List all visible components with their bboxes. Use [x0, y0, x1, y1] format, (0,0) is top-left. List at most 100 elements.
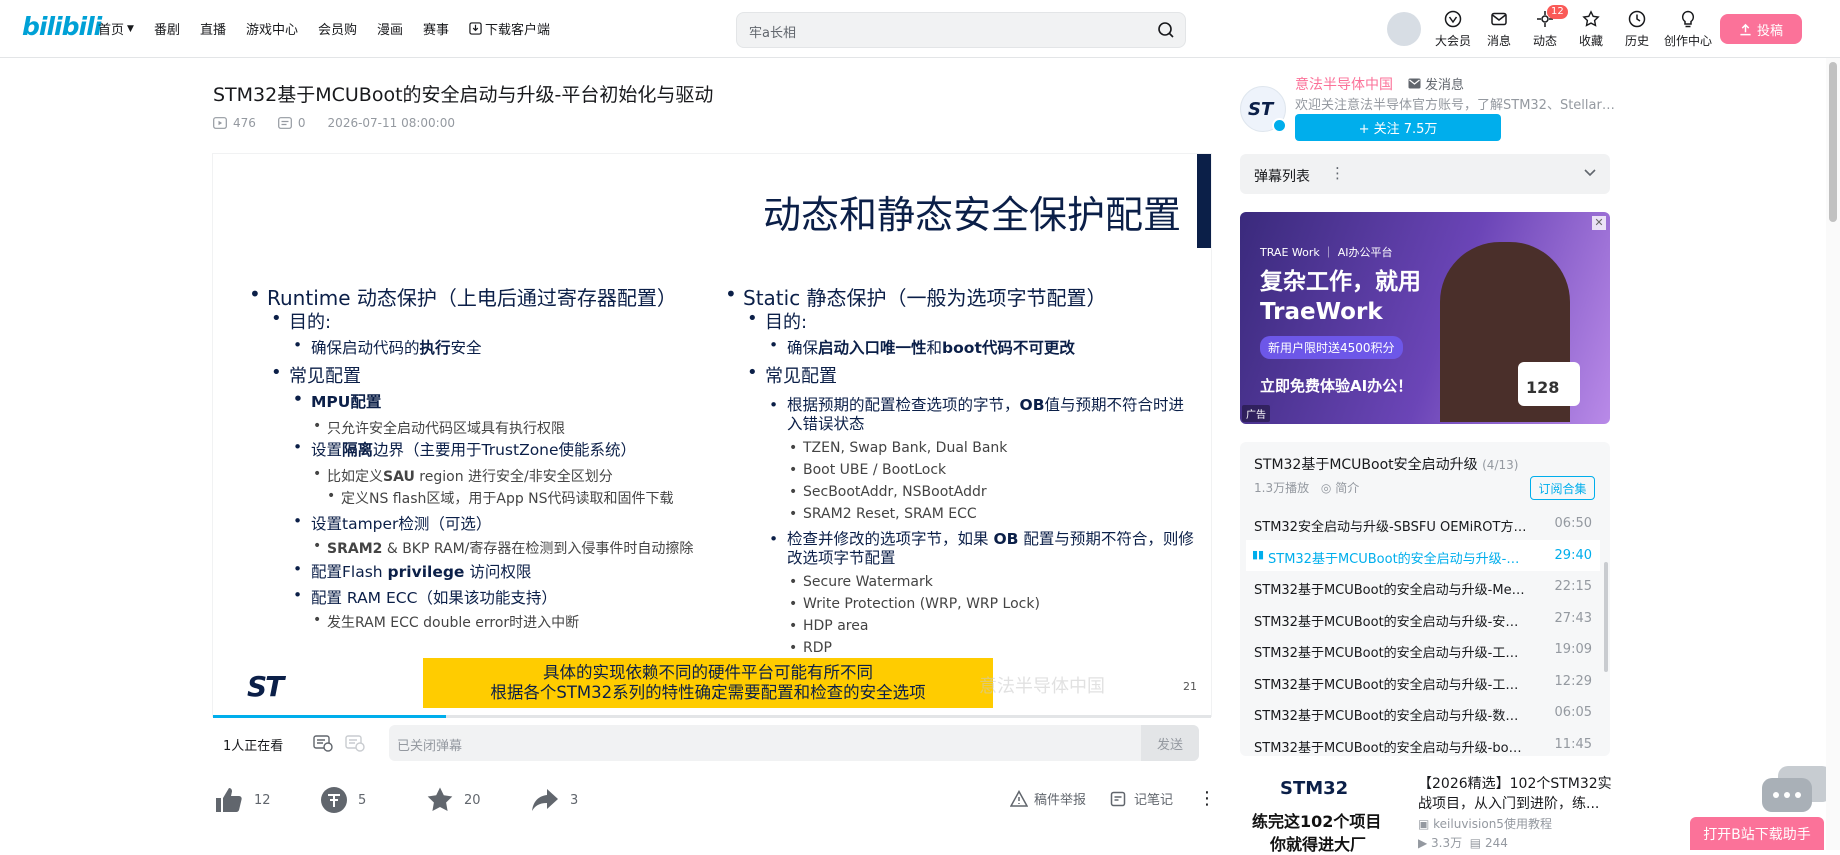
header-vip[interactable]: 大会员 [1430, 10, 1476, 49]
episode-duration: 22:15 [1554, 579, 1592, 594]
chevron-down-icon[interactable] [1584, 169, 1596, 177]
top-header: bilibili 首页 ▼ 番剧 直播 游戏中心 会员购 漫画 赛事 下载客户端 … [0, 0, 1840, 58]
nav-live[interactable]: 直播 [200, 19, 226, 38]
subscribe-collection-button[interactable]: 订阅合集 [1530, 476, 1595, 500]
episode-list-scrollbar[interactable] [1604, 562, 1608, 672]
user-avatar[interactable] [1387, 12, 1421, 46]
search-icon[interactable] [1157, 21, 1175, 39]
header-right-menu: 大会员 消息 12 动态 收藏 历史 创作中心 [1430, 5, 1716, 49]
episode-item[interactable]: STM32基于MCUBoot的安全启动与升级-安全启动... 27:43 [1246, 603, 1600, 634]
collection-title: STM32基于MCUBoot安全启动升级 (4/13) [1254, 457, 1519, 473]
share-button[interactable]: 3 [530, 786, 578, 814]
favorite-button[interactable]: 20 [426, 786, 481, 814]
nav-game-center[interactable]: 游戏中心 [246, 19, 298, 38]
slide-sram: SRAM2 & BKP RAM/寄存器在检测到入侵事件时自动擦除 [313, 538, 693, 558]
slide-ob-modify: 检查并修改的选项字节，如果 OB 配置与预期不符合，则修改选项字节配置 [769, 530, 1197, 568]
episode-item[interactable]: STM32基于MCUBoot的安全启动与升级-工程B... 12:29 [1246, 666, 1600, 697]
collection-meta: 1.3万播放 ◎ 简介 [1254, 481, 1360, 495]
danmaku-list-panel[interactable]: 弹幕列表 ⋮ [1240, 154, 1610, 194]
episode-title: STM32基于MCUBoot的安全启动与升级-boot_g... [1254, 740, 1529, 756]
slide-left-purpose-item: 确保启动代码的执行安全 [293, 336, 481, 358]
thumb-up-icon [216, 788, 242, 812]
like-button[interactable]: 12 [214, 786, 271, 814]
uploader-avatar[interactable]: ST [1240, 86, 1287, 133]
slide-note-box: 具体的实现依赖不同的硬件平台可能有所不同 根据各个STM32系列的特性确定需要配… [423, 658, 993, 708]
download-icon [469, 22, 482, 35]
follow-button[interactable]: + 关注 7.5万 [1295, 114, 1501, 141]
slide-ob-item-6: Write Protection (WRP, WRP Lock) [789, 596, 1040, 612]
recommended-title[interactable]: 【2026精选】102个STM32实战项目，从入门到进阶，练... [1418, 774, 1613, 814]
ad-close-icon[interactable]: ✕ [1592, 216, 1606, 230]
video-player[interactable]: 动态和静态安全保护配置 Runtime 动态保护（上电后通过寄存器配置） 目的:… [213, 154, 1211, 716]
collection-intro-link[interactable]: 简介 [1335, 481, 1359, 495]
header-favorites[interactable]: 收藏 [1568, 10, 1614, 49]
page-scrollbar-thumb[interactable] [1829, 62, 1837, 222]
slide-tamper: 设置tamper检测（可选） [293, 512, 491, 534]
nav-bangumi[interactable]: 番剧 [154, 19, 180, 38]
ad-card: 128 [1518, 362, 1580, 406]
nav-home[interactable]: 首页 ▼ [98, 19, 134, 38]
header-message[interactable]: 消息 [1476, 10, 1522, 49]
report-button[interactable]: 稿件举报 [1010, 789, 1086, 808]
slide-accent-bar [1197, 154, 1211, 248]
slide-isolation: 设置隔离边界（主要用于TrustZone使能系统） [293, 438, 636, 460]
verified-icon [1272, 118, 1287, 133]
episode-item[interactable]: STM32基于MCUBoot的安全启动与升级-工程的... 19:09 [1246, 634, 1600, 665]
uploader-avatar-logo: ST [1248, 99, 1274, 120]
danmaku-toggle-icon[interactable] [313, 734, 333, 752]
ad-tag: 广告 [1242, 405, 1270, 422]
send-message-button[interactable]: 发消息 [1408, 74, 1464, 93]
slide-ob-item-3: SecBootAddr, NSBootAddr [789, 484, 987, 500]
more-menu-icon[interactable]: ⋮ [1198, 788, 1216, 809]
episode-duration: 06:05 [1554, 705, 1592, 720]
message-icon [1491, 12, 1507, 26]
upload-button[interactable]: 投稿 [1720, 14, 1802, 44]
nav-mall[interactable]: 会员购 [318, 19, 357, 38]
slide-ram-ecc: 配置 RAM ECC（如果该功能支持） [293, 586, 557, 608]
uploader-description: 欢迎关注意法半导体官方账号，了解STM32、Stellar微... [1295, 98, 1615, 113]
ad-promo-pill: 新用户限时送4500积分 [1260, 336, 1403, 359]
danmaku-list-title: 弹幕列表 [1254, 169, 1310, 185]
watching-count: 1人正在看 [223, 739, 284, 754]
coin-button[interactable]: 5 [320, 786, 366, 814]
episode-item[interactable]: STM32基于MCUBoot的安全启动与升级-数据与... 06:05 [1246, 697, 1600, 728]
page-scrollbar[interactable] [1826, 58, 1840, 850]
nav-download-client[interactable]: 下载客户端 [469, 19, 550, 38]
episode-title: STM32基于MCUBoot的安全启动与升级-工程的... [1254, 646, 1529, 661]
search-box[interactable]: 牢a长相 [736, 12, 1186, 48]
uploader-watermark: 意法半导体中国 [979, 676, 1105, 697]
search-input[interactable]: 牢a长相 [749, 22, 796, 41]
uploader-name[interactable]: 意法半导体中国 [1295, 74, 1393, 94]
slide-ob-item-1: TZEN, Swap Bank, Dual Bank [789, 440, 1007, 456]
episode-item[interactable]: STM32基于MCUBoot的安全启动与升级-boot_g... 11:45 [1246, 729, 1600, 757]
slide-mpu: MPU配置 [293, 390, 381, 412]
header-dynamic[interactable]: 12 动态 [1522, 5, 1568, 49]
open-download-helper-button[interactable]: 打开B站下载助手 [1690, 817, 1824, 850]
recommended-uploader[interactable]: ▣ keiluvision5使用教程 [1418, 815, 1552, 832]
ad-banner[interactable]: TRAE Work ｜ AI办公平台 复杂工作，就用 TraeWork 新用户限… [1240, 212, 1610, 424]
collection-panel: STM32基于MCUBoot安全启动升级 (4/13) 1.3万播放 ◎ 简介 … [1240, 442, 1610, 756]
chat-bubble-icon[interactable] [1762, 766, 1834, 818]
more-vertical-icon[interactable]: ⋮ [1330, 164, 1345, 182]
publish-date: 2026-07-11 08:00:00 [327, 116, 455, 130]
bilibili-logo[interactable]: bilibili [22, 12, 102, 41]
header-creator-center[interactable]: 创作中心 [1660, 10, 1716, 49]
episode-item-active[interactable]: STM32基于MCUBoot的安全启动与升级-平台初始化与驱动 29:40 ▮▮ [1246, 539, 1600, 571]
episode-item[interactable]: STM32安全启动与升级-SBSFU OEMiROT方案... 06:50 [1246, 508, 1600, 539]
header-history[interactable]: 历史 [1614, 10, 1660, 49]
note-button[interactable]: 记笔记 [1110, 789, 1173, 808]
up-icon: ▣ [1418, 817, 1434, 831]
episode-item[interactable]: STM32基于MCUBoot的安全启动与升级-Memory... 22:15 [1246, 571, 1600, 602]
danmaku-count: 0 [297, 116, 306, 130]
danmaku-input[interactable]: 已关闭弹幕 发送 [389, 725, 1199, 761]
danmaku-settings-icon[interactable] [345, 734, 365, 752]
slide-title: 动态和静态安全保护配置 [762, 193, 1181, 237]
recommended-thumbnail[interactable]: STM32 练完这102个项目 你就得进大厂 [1240, 772, 1404, 854]
nav-esports[interactable]: 赛事 [423, 19, 449, 38]
note-icon [1110, 791, 1126, 806]
main-nav: 首页 ▼ 番剧 直播 游戏中心 会员购 漫画 赛事 下载客户端 [98, 19, 570, 38]
warning-icon [1010, 789, 1028, 807]
nav-manga[interactable]: 漫画 [377, 19, 403, 38]
play-count-icon [213, 117, 227, 129]
danmaku-send-button[interactable]: 发送 [1141, 725, 1199, 761]
